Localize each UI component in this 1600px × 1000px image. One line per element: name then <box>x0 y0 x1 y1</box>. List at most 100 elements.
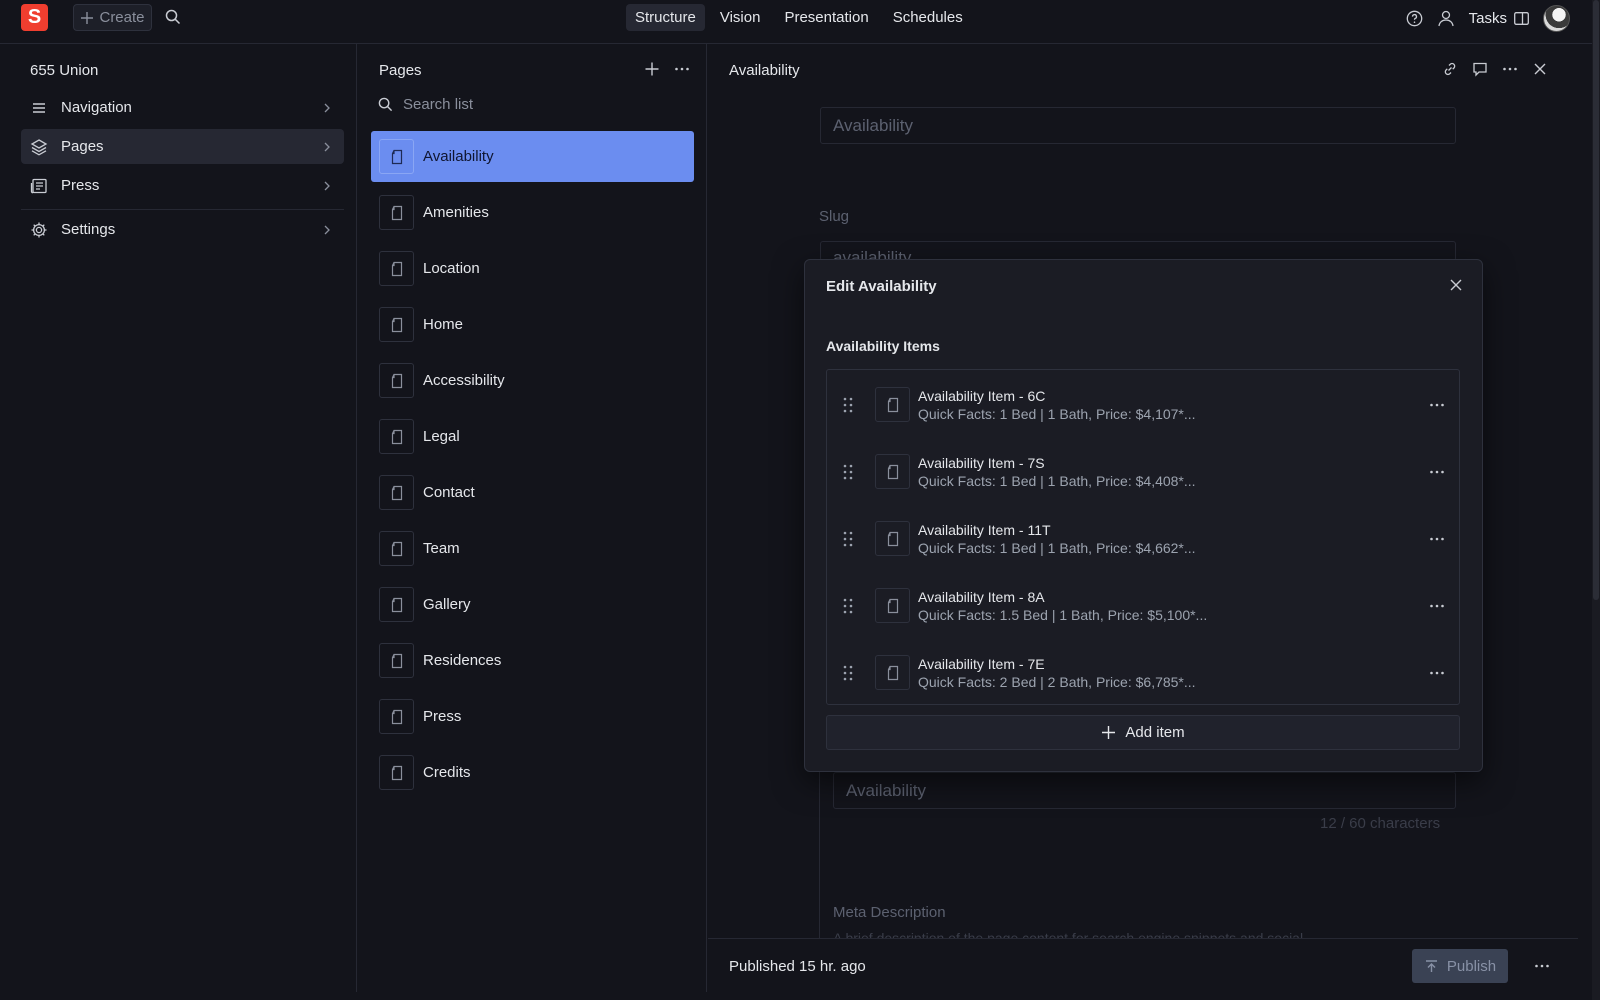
app-logo[interactable]: S <box>21 4 48 31</box>
search-list-input[interactable] <box>403 96 663 113</box>
document-icon <box>379 307 414 342</box>
plus-icon <box>1101 725 1116 740</box>
user-avatar[interactable] <box>1543 4 1570 32</box>
add-page-plus-icon[interactable] <box>644 61 660 77</box>
document-icon <box>379 531 414 566</box>
availability-item-text: Availability Item - 7E Quick Facts: 2 Bed… <box>918 655 1429 691</box>
page-list-item[interactable]: Accessibility <box>371 355 694 406</box>
document-icon <box>875 655 910 690</box>
title-field-value: Availability <box>833 115 914 135</box>
tab-presentation[interactable]: Presentation <box>775 4 877 31</box>
availability-item[interactable]: Availability Item - 6C Quick Facts: 1 Bed… <box>827 371 1459 438</box>
nav-item-navigation[interactable]: Navigation <box>21 90 344 125</box>
chevron-right-icon <box>324 142 330 152</box>
availability-item-subtitle: Quick Facts: 1 Bed | 1 Bath, Price: $4,4… <box>918 472 1196 489</box>
availability-item[interactable]: Availability Item - 8A Quick Facts: 1.5 B… <box>827 572 1459 639</box>
availability-item-subtitle: Quick Facts: 1 Bed | 1 Bath, Price: $4,6… <box>918 539 1196 556</box>
menu-icon <box>30 99 48 117</box>
document-icon <box>379 139 414 174</box>
document-icon <box>379 643 414 678</box>
more-horizontal-icon[interactable] <box>1429 397 1445 413</box>
nav-item-settings[interactable]: Settings <box>21 212 344 247</box>
page-label: Location <box>423 260 480 277</box>
document-icon <box>379 419 414 454</box>
chevron-right-icon <box>324 103 330 113</box>
availability-item[interactable]: Availability Item - 11T Quick Facts: 1 Be… <box>827 505 1459 572</box>
page-label: Legal <box>423 428 460 445</box>
search-icon <box>378 97 393 112</box>
panel-icon <box>1514 11 1529 25</box>
more-horizontal-icon[interactable] <box>1502 61 1518 77</box>
availability-item[interactable]: Availability Item - 7E Quick Facts: 2 Bed… <box>827 639 1459 706</box>
page-label: Accessibility <box>423 372 505 389</box>
meta-description-label: Meta Description <box>833 904 946 921</box>
page-list-item[interactable]: Press <box>371 691 694 742</box>
availability-item-title: Availability Item - 8A <box>918 588 1045 605</box>
document-title: Availability <box>729 62 800 79</box>
create-label: Create <box>99 9 145 26</box>
scroll-thumb[interactable] <box>1593 0 1599 600</box>
tab-vision[interactable]: Vision <box>711 4 770 31</box>
document-icon <box>875 521 910 556</box>
more-horizontal-icon[interactable] <box>674 61 690 77</box>
page-list-item[interactable]: Home <box>371 299 694 350</box>
drag-handle-icon[interactable] <box>843 531 853 547</box>
page-list-item[interactable]: Legal <box>371 411 694 462</box>
tasks-button[interactable]: Tasks <box>1469 10 1529 27</box>
page-list-item[interactable]: Team <box>371 523 694 574</box>
create-button[interactable]: Create <box>73 4 152 31</box>
more-horizontal-icon[interactable] <box>1429 598 1445 614</box>
link-icon[interactable] <box>1442 61 1458 77</box>
logo-letter: S <box>27 6 42 28</box>
availability-item[interactable]: Availability Item - 7S Quick Facts: 1 Bed… <box>827 438 1459 505</box>
more-horizontal-icon[interactable] <box>1534 958 1550 974</box>
search-icon[interactable] <box>165 9 181 25</box>
availability-item-title: Availability Item - 7E <box>918 655 1045 672</box>
help-icon[interactable] <box>1406 10 1423 27</box>
document-icon <box>379 587 414 622</box>
drag-handle-icon[interactable] <box>843 598 853 614</box>
more-horizontal-icon[interactable] <box>1429 531 1445 547</box>
page-list-item[interactable]: Credits <box>371 747 694 798</box>
tab-structure[interactable]: Structure <box>626 4 705 31</box>
seo-title-field[interactable]: Availability <box>833 772 1456 809</box>
presence-icon[interactable] <box>1437 10 1455 27</box>
document-icon <box>379 699 414 734</box>
more-horizontal-icon[interactable] <box>1429 464 1445 480</box>
slug-field[interactable]: availability <box>820 241 1456 261</box>
nav-item-press[interactable]: Press <box>21 168 344 203</box>
page-list-item[interactable]: Residences <box>371 635 694 686</box>
availability-item-title: Availability Item - 7S <box>918 454 1045 471</box>
nav-item-pages[interactable]: Pages <box>21 129 344 164</box>
more-horizontal-icon[interactable] <box>1429 665 1445 681</box>
page-list-item[interactable]: Gallery <box>371 579 694 630</box>
drag-handle-icon[interactable] <box>843 665 853 681</box>
pages-pane-title: Pages <box>379 62 422 79</box>
drag-handle-icon[interactable] <box>843 397 853 413</box>
availability-item-title: Availability Item - 11T <box>918 521 1051 538</box>
chevron-right-icon <box>324 181 330 191</box>
window-scrollbar[interactable] <box>1592 0 1600 1000</box>
page-list-item[interactable]: Amenities <box>371 187 694 238</box>
publish-button[interactable]: Publish <box>1412 949 1508 983</box>
document-icon <box>379 195 414 230</box>
add-item-button[interactable]: Add item <box>826 715 1460 750</box>
comment-icon[interactable] <box>1472 61 1488 77</box>
page-list-item[interactable]: Contact <box>371 467 694 518</box>
title-field[interactable]: Availability <box>820 107 1456 144</box>
seo-title-value: Availability <box>846 780 927 800</box>
availability-items-list: Availability Item - 6C Quick Facts: 1 Bed… <box>826 369 1460 705</box>
drag-handle-icon[interactable] <box>843 464 853 480</box>
page-label: Press <box>423 708 462 725</box>
tab-schedules[interactable]: Schedules <box>884 4 972 31</box>
close-icon[interactable] <box>1532 61 1548 77</box>
page-list-item[interactable]: Availability <box>371 131 694 182</box>
tasks-label: Tasks <box>1468 9 1507 27</box>
availability-item-subtitle: Quick Facts: 1.5 Bed | 1 Bath, Price: $5… <box>918 606 1208 623</box>
nav-label-navigation: Navigation <box>61 99 132 116</box>
publish-status: Published 15 hr. ago <box>729 958 866 975</box>
close-icon[interactable] <box>1448 277 1464 293</box>
page-list-item[interactable]: Location <box>371 243 694 294</box>
char-count: 12 / 60 characters <box>1320 815 1441 832</box>
document-icon <box>875 588 910 623</box>
